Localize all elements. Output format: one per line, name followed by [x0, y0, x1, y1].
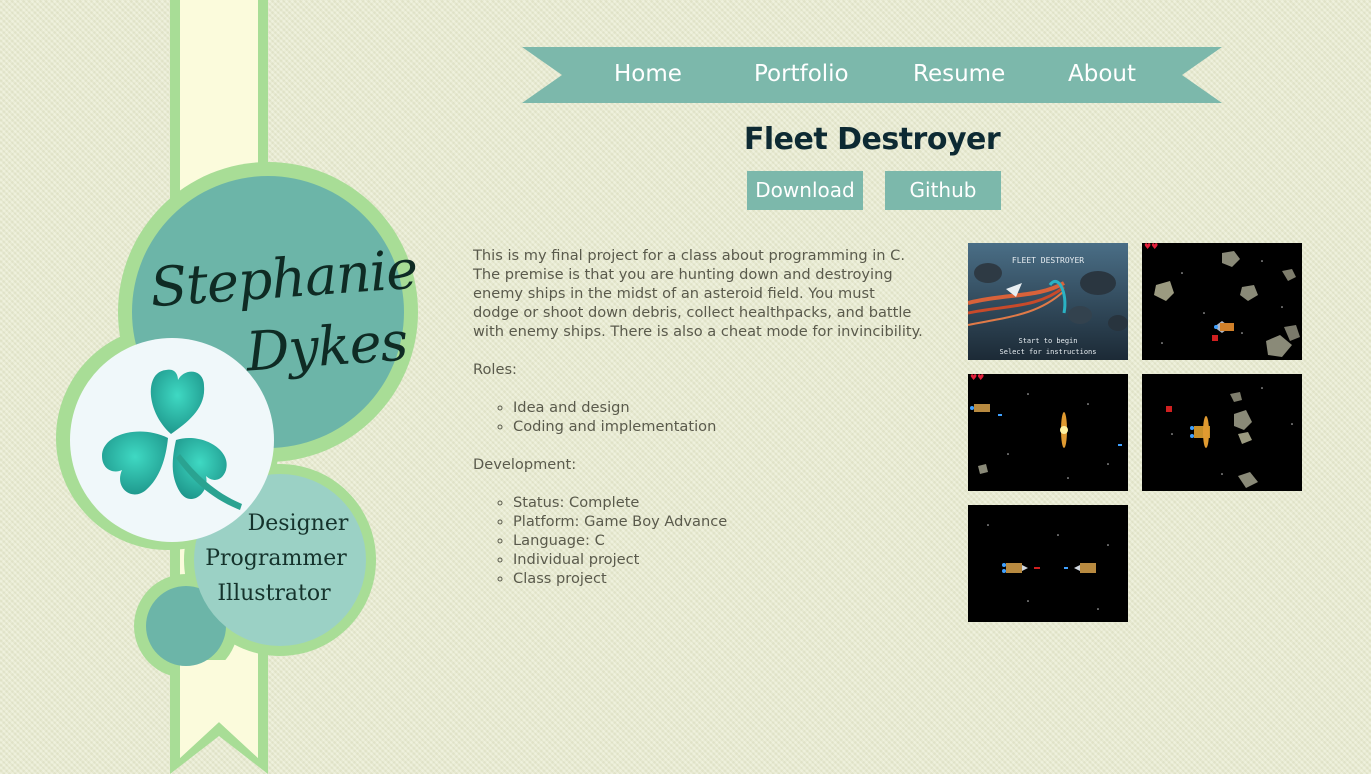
screenshot-enemy-pursuit[interactable] — [968, 505, 1128, 622]
list-item: Status: Complete — [513, 493, 925, 512]
nav-about-link[interactable]: About — [1068, 57, 1136, 91]
list-item: Coding and implementation — [513, 417, 925, 436]
nav-banner: Home Portfolio Resume About — [522, 47, 1222, 103]
nav-home-link[interactable]: Home — [614, 57, 682, 91]
list-item: Class project — [513, 569, 925, 588]
download-button[interactable]: Download — [747, 171, 863, 210]
nav-resume-link[interactable]: Resume — [913, 57, 1005, 91]
development-list: Status: Complete Platform: Game Boy Adva… — [473, 493, 925, 588]
screenshot-ship-combat[interactable] — [1142, 374, 1302, 491]
brand-emblem: Stephanie Dykes Designer Programmer Illu… — [0, 0, 460, 774]
brand-role: Designer — [247, 511, 349, 536]
svg-text:♥♥: ♥♥ — [1144, 243, 1158, 251]
roles-list: Idea and design Coding and implementatio… — [473, 398, 925, 436]
screenshot-enemy-battle[interactable]: ♥♥ — [968, 374, 1128, 491]
project-title: Fleet Destroyer — [743, 122, 1001, 157]
svg-text:♥♥: ♥♥ — [970, 374, 984, 382]
clover-icon — [102, 369, 242, 510]
roles-heading: Roles: — [473, 361, 517, 378]
description-text: This is my final project for a class abo… — [473, 247, 923, 340]
list-item: Idea and design — [513, 398, 925, 417]
development-heading: Development: — [473, 456, 577, 473]
list-item: Language: C — [513, 531, 925, 550]
title-screen-line2: Select for instructions — [999, 348, 1097, 356]
list-item: Platform: Game Boy Advance — [513, 512, 925, 531]
list-item: Individual project — [513, 550, 925, 569]
screenshot-asteroid-field[interactable]: ♥♥ — [1142, 243, 1302, 360]
brand-role: Programmer — [205, 546, 347, 571]
nav-portfolio-link[interactable]: Portfolio — [754, 57, 849, 91]
github-button[interactable]: Github — [885, 171, 1001, 210]
brand-role: Illustrator — [217, 581, 331, 606]
brand-roles: Designer Programmer Illustrator — [196, 506, 356, 611]
brand-last-name: Dykes — [243, 309, 410, 384]
title-screen-title: FLEET DESTROYER — [1011, 256, 1085, 265]
title-screen-line1: Start to begin — [1018, 337, 1078, 345]
project-description: This is my final project for a class abo… — [473, 246, 925, 607]
screenshot-title-screen[interactable]: FLEET DESTROYER Start to begin Select fo… — [968, 243, 1128, 360]
